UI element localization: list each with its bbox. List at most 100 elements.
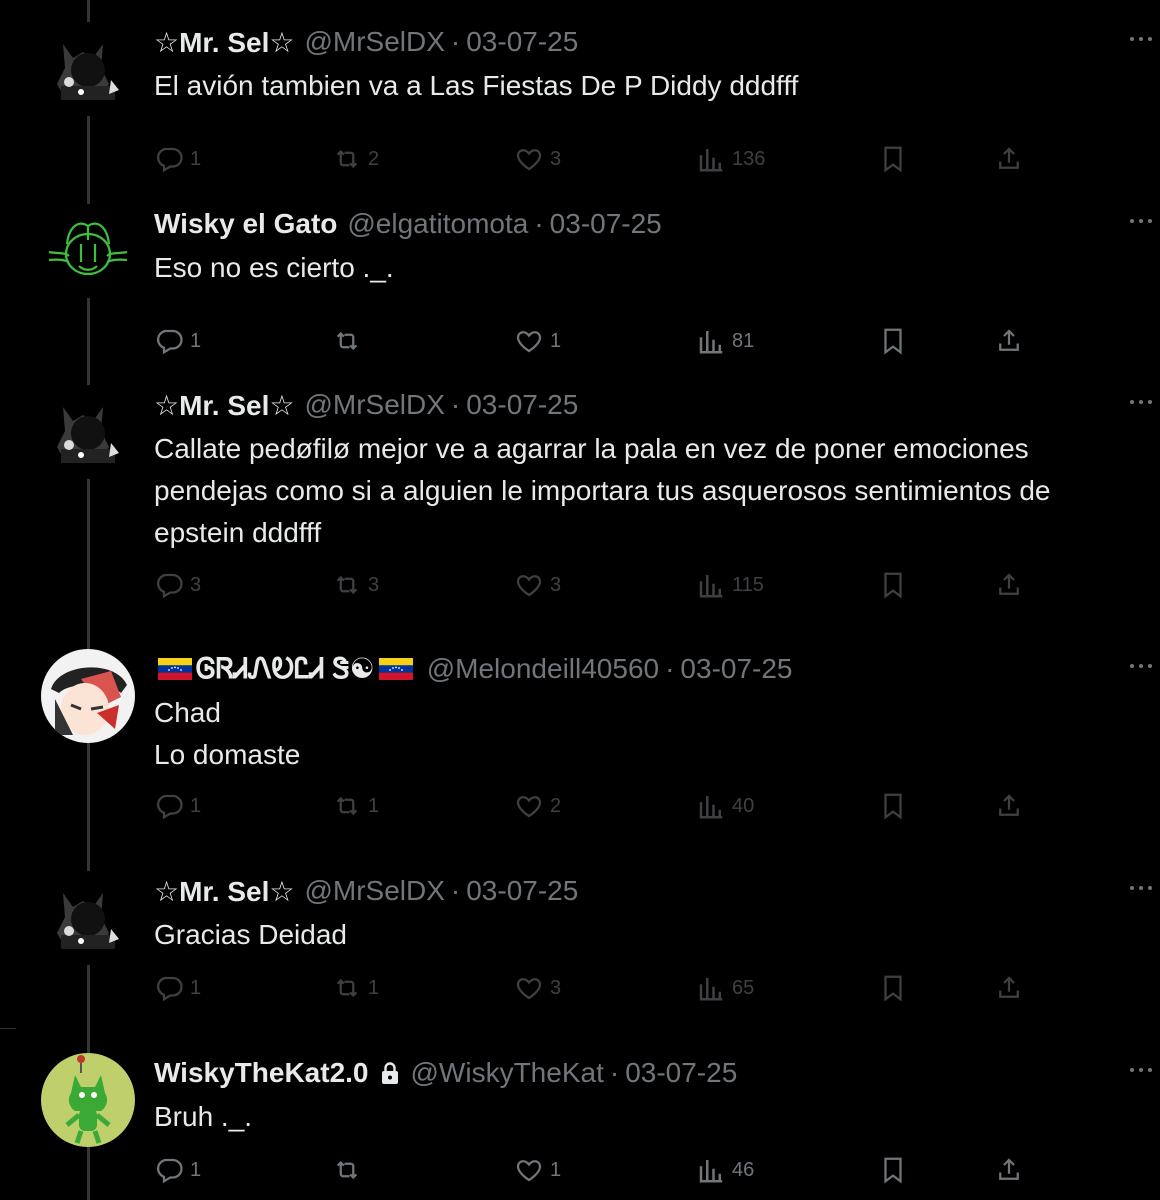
display-name[interactable]: Wisky el Gato xyxy=(154,208,337,240)
tweet-text-line: Chad xyxy=(154,697,221,728)
reply-button[interactable]: 1 xyxy=(154,139,201,179)
more-options-icon[interactable] xyxy=(1130,395,1160,409)
share-button[interactable] xyxy=(994,1150,1030,1190)
views-button[interactable]: 40 xyxy=(696,786,754,826)
tweet-date[interactable]: 03-07-25 xyxy=(625,1057,737,1089)
user-handle[interactable]: @Melondeill40560 xyxy=(427,653,659,685)
user-handle[interactable]: @MrSelDX xyxy=(304,389,444,421)
bar-chart-icon xyxy=(696,1155,732,1185)
views-button[interactable]: 46 xyxy=(696,1150,754,1190)
heart-icon xyxy=(514,973,550,1003)
reply-button[interactable]: 3 xyxy=(154,565,201,605)
like-button[interactable]: 3 xyxy=(514,139,561,179)
display-name[interactable]: WiskyTheKat2.0 xyxy=(154,1057,369,1089)
bookmark-button[interactable] xyxy=(878,968,914,1008)
like-button[interactable]: 2 xyxy=(514,786,561,826)
like-button[interactable]: 1 xyxy=(514,1150,561,1190)
heart-icon xyxy=(514,791,550,821)
avatar[interactable] xyxy=(41,204,135,298)
tweet-text-line: Lo domaste xyxy=(154,739,301,770)
like-button[interactable]: 1 xyxy=(514,321,561,361)
share-button[interactable] xyxy=(994,565,1030,605)
tweet-actions: 1 2 3 136 xyxy=(154,139,1024,179)
reply-icon xyxy=(154,973,190,1003)
reply-count: 1 xyxy=(190,794,202,817)
view-count: 46 xyxy=(732,1158,755,1181)
tweet-text-line: epstein dddfff xyxy=(154,517,322,548)
reply-count: 3 xyxy=(190,573,202,596)
retweet-icon xyxy=(332,973,368,1003)
avatar[interactable] xyxy=(41,22,135,116)
like-count: 1 xyxy=(550,1158,562,1181)
bookmark-button[interactable] xyxy=(878,1150,914,1190)
more-options-icon[interactable] xyxy=(1130,1063,1160,1077)
user-handle[interactable]: @MrSelDX xyxy=(304,875,444,907)
retweet-button[interactable]: 1 xyxy=(332,786,379,826)
heart-icon xyxy=(514,570,550,600)
avatar[interactable] xyxy=(41,871,135,965)
reply-button[interactable]: 1 xyxy=(154,786,201,826)
bookmark-button[interactable] xyxy=(878,786,914,826)
avatar[interactable] xyxy=(41,1053,135,1147)
views-button[interactable]: 115 xyxy=(696,565,764,605)
tweet-text: Bruh ._. xyxy=(154,1096,1144,1138)
reply-button[interactable]: 1 xyxy=(154,1150,201,1190)
bookmark-icon xyxy=(878,144,914,174)
retweet-button[interactable]: 1 xyxy=(332,968,379,1008)
view-count: 136 xyxy=(732,147,766,170)
retweet-button[interactable]: 2 xyxy=(332,139,379,179)
bookmark-button[interactable] xyxy=(878,321,914,361)
tweet-date[interactable]: 03-07-25 xyxy=(466,389,578,421)
bookmark-button[interactable] xyxy=(878,139,914,179)
tweet-text: Chad Lo domaste xyxy=(154,692,1144,776)
separator-dot: · xyxy=(450,389,461,420)
share-button[interactable] xyxy=(994,321,1030,361)
tweet-header: ☆Mr. Sel☆ @MrSelDX · 03-07-25 xyxy=(154,871,578,911)
retweet-icon xyxy=(332,1155,368,1185)
retweet-button[interactable] xyxy=(332,1150,368,1190)
bar-chart-icon xyxy=(696,570,732,600)
reply-icon xyxy=(154,570,190,600)
views-button[interactable]: 81 xyxy=(696,321,754,361)
share-icon xyxy=(994,1155,1030,1185)
user-handle[interactable]: @MrSelDX xyxy=(304,26,444,58)
retweet-icon xyxy=(332,570,368,600)
views-button[interactable]: 65 xyxy=(696,968,754,1008)
share-button[interactable] xyxy=(994,786,1030,826)
retweet-button[interactable] xyxy=(332,321,368,361)
tweet-text-line: El avión tambien va a Las Fiestas De P D… xyxy=(154,70,799,101)
tweet-date[interactable]: 03-07-25 xyxy=(680,653,792,685)
more-options-icon[interactable] xyxy=(1130,32,1160,46)
user-handle[interactable]: @elgatitomota xyxy=(347,208,528,240)
like-button[interactable]: 3 xyxy=(514,968,561,1008)
retweet-button[interactable]: 3 xyxy=(332,565,379,605)
separator-dot: · xyxy=(665,653,675,684)
more-options-icon[interactable] xyxy=(1130,881,1160,895)
avatar[interactable] xyxy=(41,385,135,479)
reply-button[interactable]: 1 xyxy=(154,968,201,1008)
anime-character-avatar-icon xyxy=(41,649,135,743)
share-button[interactable] xyxy=(994,139,1030,179)
views-button[interactable]: 136 xyxy=(696,139,765,179)
bookmark-button[interactable] xyxy=(878,565,914,605)
more-options-icon[interactable] xyxy=(1130,214,1160,228)
more-options-icon[interactable] xyxy=(1130,659,1160,673)
display-name[interactable]: ᎶᏒᏗᏁᎧᏝᏗ Ꮥ☯ xyxy=(196,652,375,686)
avatar[interactable] xyxy=(41,649,135,743)
like-button[interactable]: 3 xyxy=(514,565,561,605)
divider xyxy=(0,1028,16,1029)
reply-icon xyxy=(154,791,190,821)
share-button[interactable] xyxy=(994,968,1030,1008)
display-name[interactable]: ☆Mr. Sel☆ xyxy=(154,389,294,422)
tweet-actions: 1 1 3 65 xyxy=(154,968,1024,1008)
display-name[interactable]: ☆Mr. Sel☆ xyxy=(154,26,294,59)
tweet-date[interactable]: 03-07-25 xyxy=(466,875,578,907)
bookmark-icon xyxy=(878,326,914,356)
user-handle[interactable]: @WiskyTheKat xyxy=(411,1057,604,1089)
tweet-date[interactable]: 03-07-25 xyxy=(550,208,662,240)
like-count: 3 xyxy=(550,573,562,596)
heart-icon xyxy=(514,144,550,174)
tweet-date[interactable]: 03-07-25 xyxy=(466,26,578,58)
reply-button[interactable]: 1 xyxy=(154,321,201,361)
display-name[interactable]: ☆Mr. Sel☆ xyxy=(154,875,294,908)
